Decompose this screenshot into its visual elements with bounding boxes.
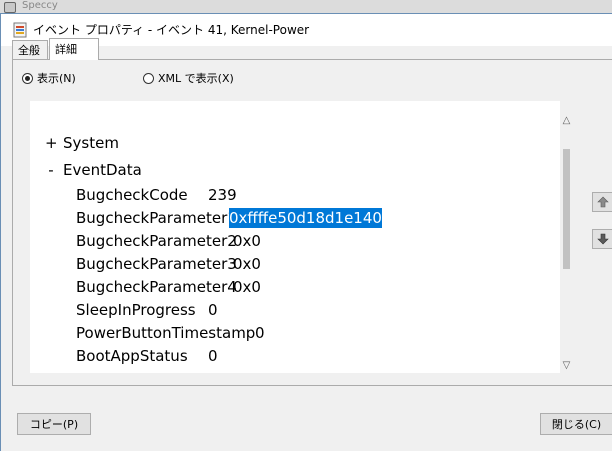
- field-value: 0: [208, 301, 218, 319]
- tree-node-label: EventData: [63, 161, 142, 179]
- field-value: 0x0: [233, 255, 261, 273]
- radio-unchecked-icon: [143, 72, 154, 84]
- event-viewer-icon: [13, 22, 27, 38]
- field-name: PowerButtonTimestamp: [76, 324, 256, 342]
- window-title: イベント プロパティ - イベント 41, Kernel-Power: [33, 23, 310, 37]
- tab-details[interactable]: 詳細: [49, 38, 99, 60]
- collapse-icon[interactable]: -: [45, 160, 57, 180]
- copy-button[interactable]: コピー(P): [17, 413, 91, 435]
- field-value: 0: [255, 324, 265, 342]
- field-name: SleepInProgress: [76, 301, 196, 319]
- background-app-icon: [4, 2, 16, 13]
- field-name: BugcheckParameter3: [76, 255, 237, 273]
- field-value: 0x0: [233, 278, 261, 296]
- scroll-down-icon[interactable]: ▽: [561, 359, 572, 373]
- scroll-up-icon[interactable]: △: [561, 114, 572, 128]
- previous-event-button[interactable]: [592, 192, 612, 212]
- tree-node-label: System: [63, 134, 119, 152]
- background-app-strip: Speccy: [0, 0, 612, 13]
- down-arrow-icon: [597, 233, 609, 245]
- radio-checked-icon: [22, 72, 33, 84]
- tab-general[interactable]: 全般: [12, 40, 48, 59]
- xml-view-radio[interactable]: XML で表示(X): [143, 70, 234, 86]
- field-name: BugcheckParameter2: [76, 232, 237, 250]
- field-value: 0x0: [233, 232, 261, 250]
- field-name: BugcheckParameter4: [76, 278, 237, 296]
- scrollbar-thumb[interactable]: [563, 149, 570, 269]
- field-value: 239: [208, 186, 237, 204]
- field-value: 0: [208, 347, 218, 365]
- next-event-button[interactable]: [592, 229, 612, 249]
- field-value-selected[interactable]: 0xffffe50d18d1e140: [229, 208, 382, 228]
- field-name: BugcheckCode: [76, 186, 188, 204]
- vertical-scrollbar[interactable]: △ ▽: [560, 114, 573, 373]
- close-button[interactable]: 閉じる(C): [540, 413, 612, 435]
- event-data-viewer[interactable]: + System - EventData BugcheckCode 239 Bu…: [30, 101, 560, 373]
- expand-icon[interactable]: +: [45, 133, 58, 153]
- field-name: BootAppStatus: [76, 347, 188, 365]
- friendly-view-label: 表示(N): [37, 72, 76, 85]
- background-app-title: Speccy: [22, 0, 58, 11]
- xml-view-label: XML で表示(X): [158, 72, 234, 85]
- up-arrow-icon: [597, 196, 609, 208]
- field-name: BugcheckParameter1: [76, 209, 237, 227]
- friendly-view-radio[interactable]: 表示(N): [22, 70, 76, 86]
